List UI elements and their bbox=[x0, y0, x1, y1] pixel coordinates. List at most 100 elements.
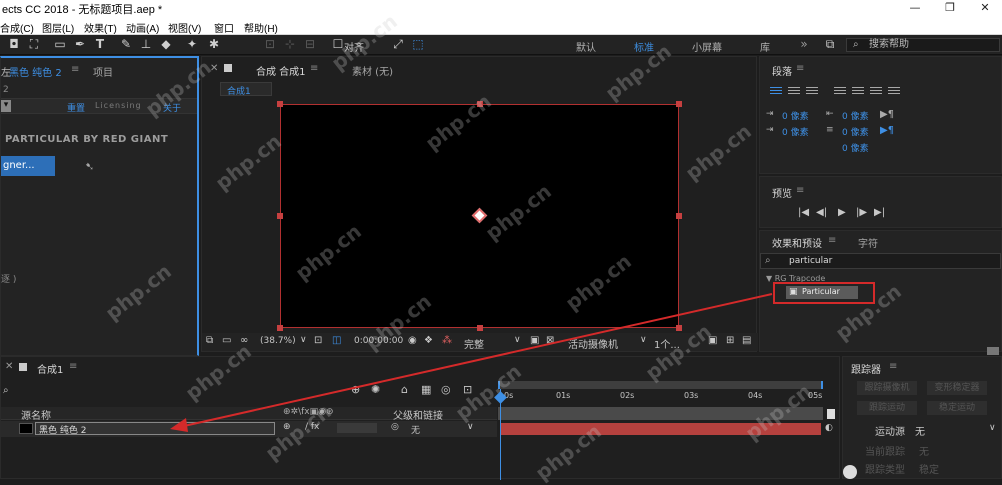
designer-button[interactable]: gner... bbox=[1, 156, 55, 176]
workspace-more-icon[interactable]: » bbox=[796, 37, 812, 52]
effects-menu-icon[interactable]: ≡ bbox=[828, 235, 836, 246]
local-axis-icon[interactable]: ⊡ bbox=[262, 37, 278, 52]
parent-value[interactable]: 无 bbox=[411, 423, 420, 436]
justify-center-icon[interactable] bbox=[852, 87, 864, 97]
frame-blend-icon[interactable]: ▦ bbox=[421, 383, 431, 396]
time-ruler[interactable]: 0s 01s 02s 03s 04s 05s bbox=[498, 389, 823, 405]
zoom-dropdown-icon[interactable]: ∨ bbox=[300, 335, 307, 345]
first-frame-icon[interactable]: |◀ bbox=[798, 207, 809, 218]
layer-switches-boxes[interactable] bbox=[337, 423, 377, 433]
graph-editor-icon[interactable]: ⊡ bbox=[463, 383, 472, 396]
justify-left-icon[interactable] bbox=[834, 87, 846, 97]
eraser-tool-icon[interactable]: ◆ bbox=[158, 37, 174, 52]
view-options-icon[interactable]: ▣ bbox=[708, 335, 717, 346]
cc-libraries-icon[interactable]: ⧉ bbox=[822, 37, 838, 52]
resolution-icon[interactable]: ⊡ bbox=[314, 335, 322, 346]
handle-ml[interactable] bbox=[277, 213, 283, 219]
justify-all-icon[interactable] bbox=[888, 87, 900, 97]
fx-toggle-icon[interactable]: ▾ bbox=[1, 100, 11, 112]
layer-quality-switch-icon[interactable]: / fx bbox=[305, 422, 319, 432]
shy-icon[interactable]: ⌂ bbox=[401, 383, 408, 396]
menu-composition[interactable]: 合成(C) bbox=[0, 20, 34, 35]
tracker-corner-icon[interactable] bbox=[987, 347, 999, 355]
last-frame-icon[interactable]: ▶| bbox=[874, 207, 885, 218]
handle-tr[interactable] bbox=[676, 101, 682, 107]
rectangle-tool-icon[interactable]: ▭ bbox=[52, 37, 68, 52]
space-before-value[interactable]: 0 像素 bbox=[842, 125, 869, 138]
tab-menu-icon[interactable]: ≡ bbox=[71, 64, 79, 75]
region-icon[interactable]: ◫ bbox=[332, 335, 341, 346]
comp-name-chip[interactable]: 合成1 bbox=[220, 82, 272, 97]
flowchart-icon[interactable]: ⊞ bbox=[726, 335, 734, 346]
workspace-standard[interactable]: 标准 bbox=[634, 39, 654, 54]
licensing-link[interactable]: Licensing bbox=[95, 101, 142, 110]
snap-feather-icon[interactable]: ⤢ bbox=[390, 37, 406, 52]
timecode[interactable]: 0:00:00:00 bbox=[354, 336, 403, 346]
indent-left-value[interactable]: 0 像素 bbox=[782, 109, 809, 122]
preview-menu-icon[interactable]: ≡ bbox=[796, 185, 804, 196]
ltr-direction-icon[interactable]: ▶¶ bbox=[880, 109, 894, 120]
align-center-icon[interactable] bbox=[788, 87, 800, 97]
transparency-grid-icon[interactable]: ⊠ bbox=[546, 335, 554, 346]
layer-row[interactable]: 黑色 纯色 2 ⊕ / fx ◎ 无 ∨ bbox=[1, 421, 497, 437]
snap-label[interactable]: 对齐 bbox=[344, 39, 364, 54]
handle-bl[interactable] bbox=[277, 325, 283, 331]
warp-stabilizer-button[interactable]: 变形稳定器 bbox=[927, 381, 987, 395]
composition-tab[interactable]: 合成 合成1 bbox=[256, 63, 306, 78]
indent-first-value[interactable]: 0 像素 bbox=[842, 109, 869, 122]
type-tool-icon[interactable]: T bbox=[92, 37, 108, 52]
timeline-zoom-icon[interactable]: ◐ bbox=[825, 423, 833, 433]
pan-behind-tool-icon[interactable]: ⛶ bbox=[26, 37, 42, 52]
brush-tool-icon[interactable]: ✎ bbox=[118, 37, 134, 52]
target-region-icon[interactable]: ▣ bbox=[530, 335, 539, 346]
reset-exposure-icon[interactable]: ▤ bbox=[742, 335, 751, 346]
clone-stamp-tool-icon[interactable]: ⊥ bbox=[138, 37, 154, 52]
next-frame-icon[interactable]: |▶ bbox=[856, 207, 867, 218]
tracker-menu-icon[interactable]: ≡ bbox=[889, 361, 897, 372]
camera-tool-icon[interactable]: ◘ bbox=[6, 37, 22, 52]
pen-tool-icon[interactable]: ✒ bbox=[72, 37, 88, 52]
zoom-value[interactable]: (38.7%) bbox=[260, 336, 296, 346]
rtl-direction-icon[interactable]: ▶¶ bbox=[880, 125, 894, 136]
camera-dropdown[interactable]: 活动摄像机 bbox=[568, 336, 618, 351]
motion-source-value[interactable]: 无 bbox=[915, 423, 925, 438]
draft-3d-icon[interactable]: ✺ bbox=[371, 383, 380, 396]
mask-view-icon[interactable]: ▭ bbox=[222, 335, 231, 346]
space-after-value[interactable]: 0 像素 bbox=[842, 141, 869, 154]
snap-grid-icon[interactable]: ⬚ bbox=[410, 37, 426, 52]
minimize-button[interactable]: — bbox=[900, 0, 930, 17]
show-snapshot-icon[interactable]: ❖ bbox=[424, 335, 433, 346]
timeline-search-icon[interactable]: ⌕ bbox=[3, 385, 9, 396]
parent-dropdown-icon[interactable]: ∨ bbox=[467, 422, 474, 432]
lock-icon[interactable] bbox=[224, 64, 232, 72]
source-name-column[interactable]: 源名称 bbox=[21, 407, 51, 422]
snapshot-icon[interactable]: ◉ bbox=[408, 335, 417, 346]
puppet-pin-tool-icon[interactable]: ✱ bbox=[206, 37, 222, 52]
about-link[interactable]: 关于 bbox=[163, 101, 181, 114]
handle-bc[interactable] bbox=[477, 325, 483, 331]
indent-right-value[interactable]: 0 像素 bbox=[782, 125, 809, 138]
reset-link[interactable]: 重置 bbox=[67, 101, 85, 114]
quality-dropdown[interactable]: 完整 bbox=[464, 336, 484, 351]
comp-tab-menu-icon[interactable]: ≡ bbox=[310, 63, 318, 74]
parent-link-column[interactable]: 父级和链接 bbox=[393, 407, 443, 422]
menu-animation[interactable]: 动画(A) bbox=[126, 20, 159, 35]
layer-shy-switch-icon[interactable]: ⊕ bbox=[283, 422, 291, 432]
camera-chevron-icon[interactable]: ∨ bbox=[640, 335, 647, 345]
handle-mr[interactable] bbox=[676, 213, 682, 219]
view-axis-icon[interactable]: ⊟ bbox=[302, 37, 318, 52]
project-tab[interactable]: 项目 bbox=[93, 64, 113, 79]
track-motion-button[interactable]: 跟踪运动 bbox=[857, 401, 917, 415]
menu-effect[interactable]: 效果(T) bbox=[84, 20, 117, 35]
switches-column-icon[interactable]: ⊕✲\fx▣◉⊛ bbox=[283, 407, 334, 417]
help-search-input[interactable]: ⌕ 搜索帮助 bbox=[846, 38, 1000, 52]
close-tab-icon[interactable]: ✕ bbox=[210, 63, 218, 74]
vr-icon[interactable]: ∞ bbox=[240, 335, 248, 346]
workspace-library[interactable]: 库 bbox=[760, 39, 770, 54]
workspace-default[interactable]: 默认 bbox=[576, 39, 596, 54]
footage-tab[interactable]: 素材 (无) bbox=[352, 63, 393, 78]
timeline-tab[interactable]: 合成1 bbox=[37, 361, 63, 376]
previous-frame-icon[interactable]: ◀| bbox=[816, 207, 827, 218]
channel-icon[interactable]: ⁂ bbox=[442, 335, 452, 346]
handle-tl[interactable] bbox=[277, 101, 283, 107]
